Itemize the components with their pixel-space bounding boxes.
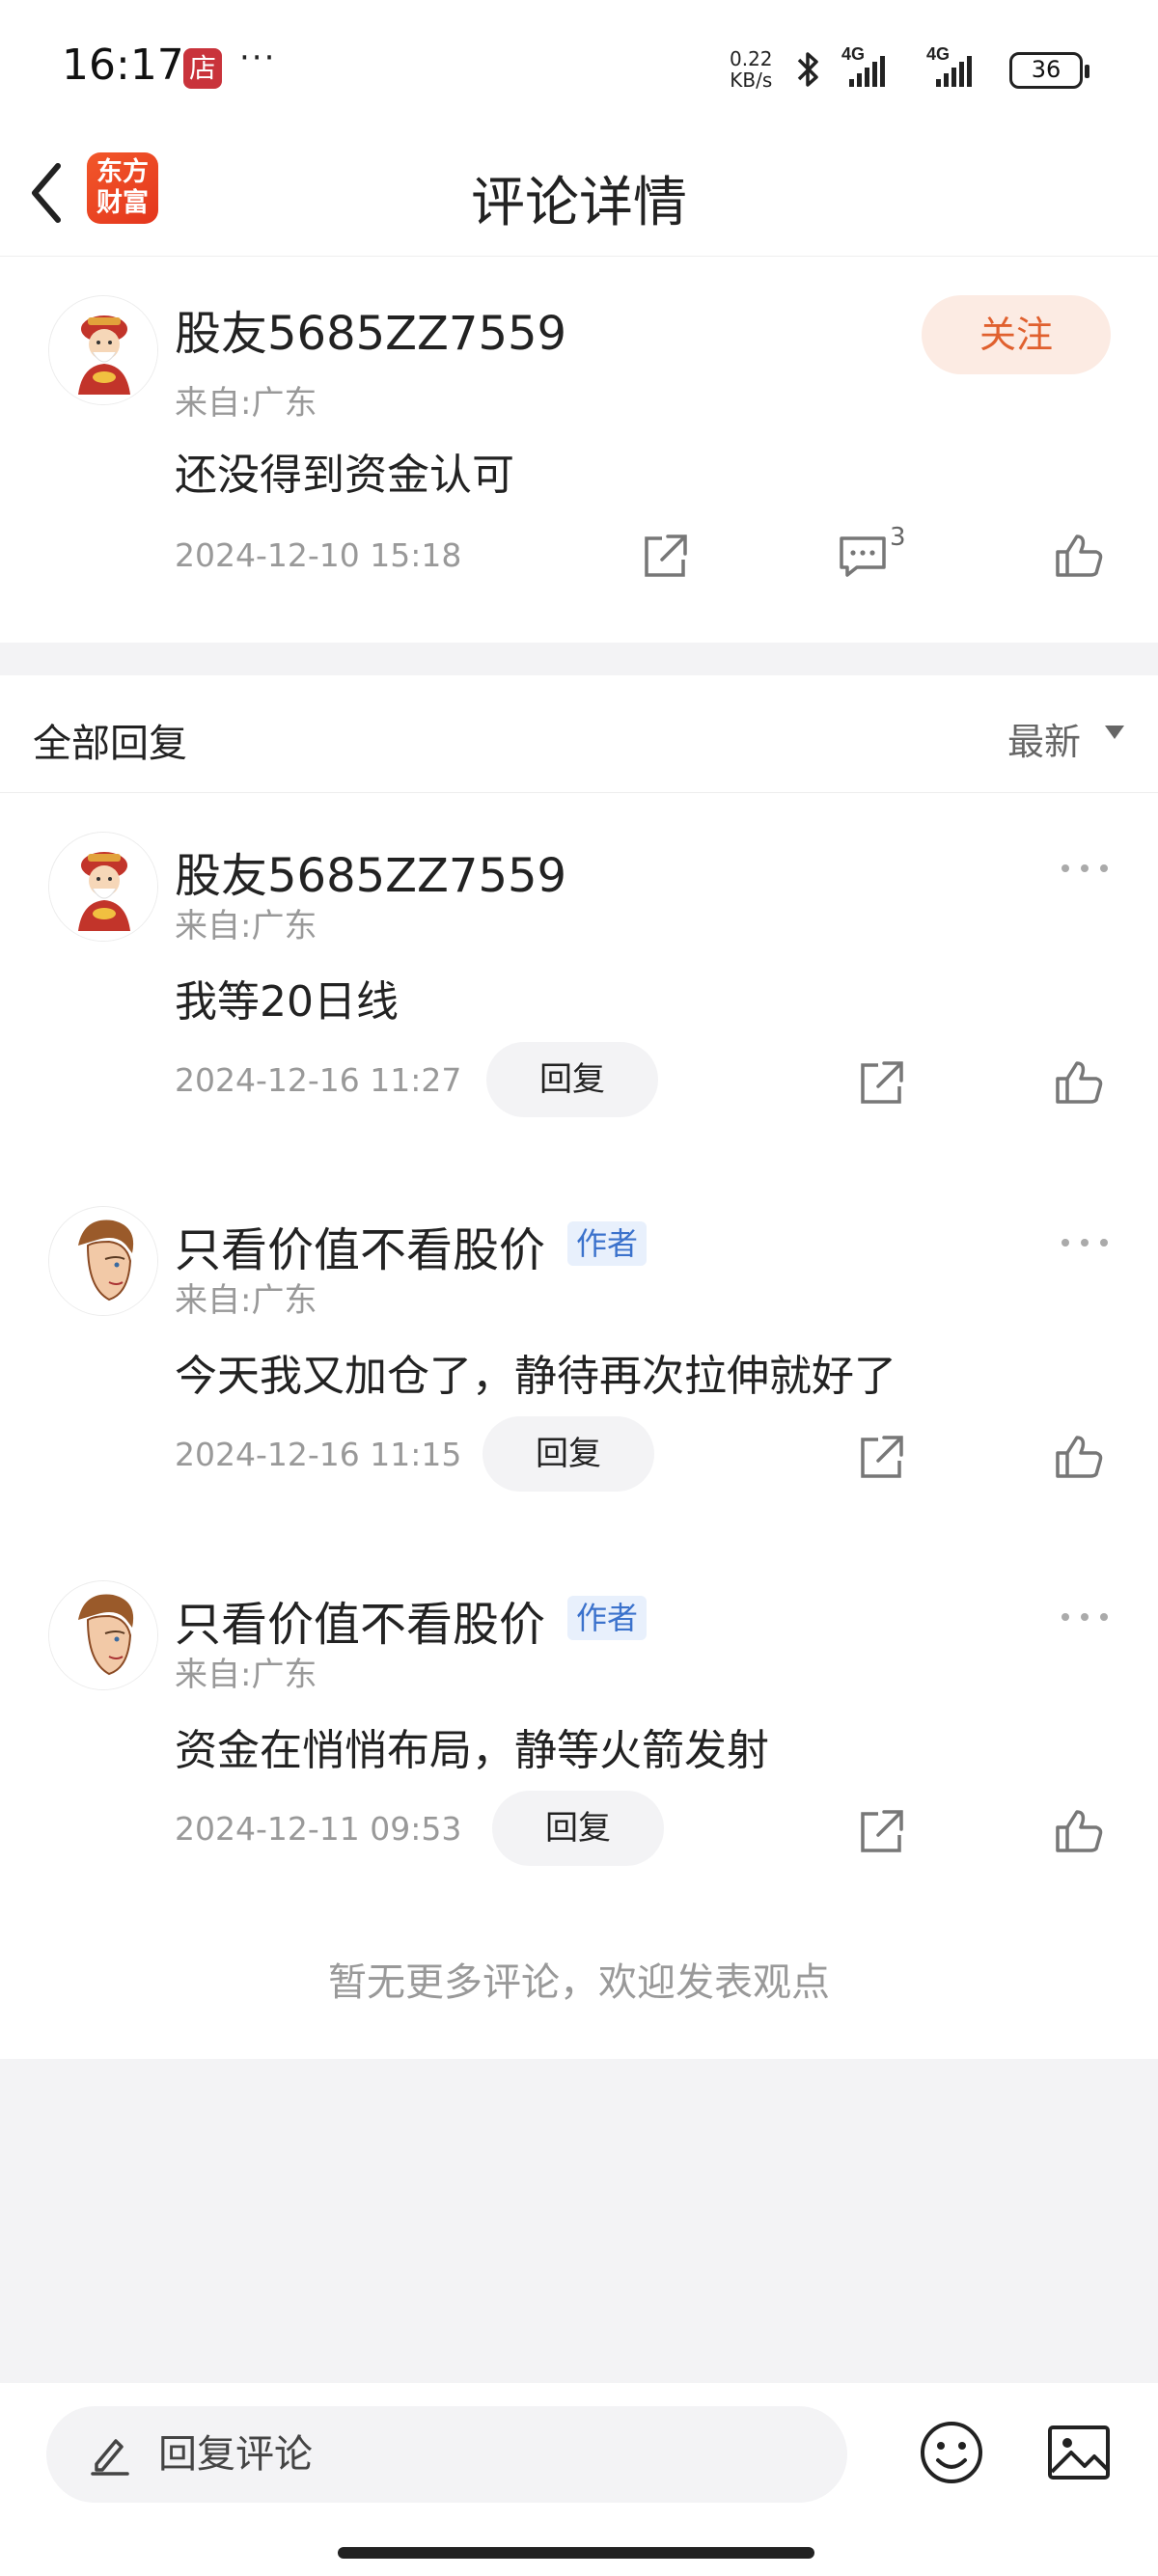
like-icon[interactable] — [1052, 1430, 1106, 1484]
no-more-comments: 暂无更多评论，欢迎发表观点 — [328, 1960, 830, 2005]
man-portrait-avatar-icon — [49, 1581, 157, 1689]
location: 来自:广东 — [175, 907, 317, 945]
home-indicator[interactable] — [338, 2547, 814, 2559]
net-speed: 0.22 KB/s — [730, 48, 773, 91]
username[interactable]: 股友5685ZZ7559 — [175, 837, 566, 905]
reply-list: 股友5685ZZ7559 来自:广东 我等20日线 2024-12-16 11:… — [0, 793, 1158, 2059]
comment-time: 2024-12-10 15:18 — [175, 536, 462, 574]
status-bar: 16:17 店 ··· 0.22 KB/s 4G 4G 36 — [0, 0, 1158, 135]
signal-icon: 4G — [841, 46, 885, 87]
list-item: 只看价值不看股价 作者 来自:广东 今天我又加仓了，静待再次拉伸就好了 2024… — [0, 1167, 1158, 1542]
signal-icon-2: 4G — [926, 46, 972, 87]
main-comment: 股友5685ZZ7559 来自:广东 还没得到资金认可 2024-12-10 1… — [0, 257, 1158, 643]
bluetooth-icon — [797, 52, 818, 87]
more-icon[interactable] — [1060, 1609, 1110, 1625]
image-icon[interactable] — [1044, 2418, 1114, 2487]
reply-content: 我等20日线 — [175, 977, 399, 1027]
more-icon[interactable] — [1060, 861, 1110, 876]
net-speed-value: 0.22 — [730, 47, 773, 70]
battery-icon: 36 — [1009, 52, 1089, 89]
man-portrait-avatar-icon — [49, 1207, 157, 1315]
net-speed-unit: KB/s — [730, 69, 773, 92]
reply-button[interactable]: 回复 — [482, 1416, 654, 1492]
share-icon[interactable] — [639, 529, 693, 583]
notification-more-icon: ··· — [239, 39, 277, 77]
author-badge: 作者 — [567, 1221, 648, 1266]
share-icon[interactable] — [855, 1804, 909, 1858]
reply-time: 2024-12-16 11:27 — [175, 1061, 462, 1099]
share-icon[interactable] — [855, 1430, 909, 1484]
avatar[interactable] — [48, 1206, 158, 1316]
fortune-god-avatar-icon — [49, 296, 157, 404]
username[interactable]: 只看价值不看股价 — [175, 1212, 545, 1279]
author-badge: 作者 — [567, 1596, 648, 1640]
username[interactable]: 股友5685ZZ7559 — [175, 295, 566, 363]
header: 东方 财富 评论详情 — [0, 135, 1158, 257]
status-time: 16:17 — [62, 41, 184, 90]
reply-button[interactable]: 回复 — [486, 1042, 658, 1117]
signal2-label: 4G — [926, 46, 950, 64]
page-title: 评论详情 — [471, 172, 687, 234]
reply-input[interactable] — [158, 2406, 814, 2503]
like-icon[interactable] — [1052, 529, 1106, 583]
section-title: 全部回复 — [33, 722, 187, 766]
sort-dropdown[interactable]: 最新 — [1007, 712, 1081, 765]
list-item: 只看价值不看股价 作者 来自:广东 资金在悄悄布局，静等火箭发射 2024-12… — [0, 1542, 1158, 1916]
reply-content: 资金在悄悄布局，静等火箭发射 — [175, 1726, 769, 1775]
reply-time: 2024-12-16 11:15 — [175, 1436, 462, 1473]
reply-button[interactable]: 回复 — [492, 1791, 664, 1866]
location: 来自:广东 — [175, 1281, 317, 1320]
location: 来自:广东 — [175, 384, 317, 423]
comment-icon[interactable] — [836, 529, 890, 583]
like-icon[interactable] — [1052, 1804, 1106, 1858]
follow-button[interactable]: 关注 — [922, 295, 1111, 374]
share-icon[interactable] — [855, 1055, 909, 1110]
signal1-label: 4G — [841, 46, 865, 64]
signal-icons: 4G 4G — [797, 46, 972, 87]
comment-count: 3 — [890, 523, 906, 552]
username[interactable]: 只看价值不看股价 — [175, 1586, 545, 1654]
avatar[interactable] — [48, 1580, 158, 1690]
emoji-icon[interactable] — [917, 2418, 986, 2487]
comment-content: 还没得到资金认可 — [175, 451, 514, 500]
reply-input-container[interactable] — [46, 2406, 847, 2503]
like-icon[interactable] — [1052, 1055, 1106, 1110]
reply-time: 2024-12-11 09:53 — [175, 1810, 462, 1848]
pencil-icon — [91, 2439, 129, 2476]
list-item: 股友5685ZZ7559 来自:广东 我等20日线 2024-12-16 11:… — [0, 793, 1158, 1167]
more-icon[interactable] — [1060, 1235, 1110, 1250]
fortune-god-avatar-icon — [49, 833, 157, 941]
location: 来自:广东 — [175, 1656, 317, 1694]
replies-header: 全部回复 最新 — [0, 675, 1158, 793]
shop-notification-icon: 店 — [183, 48, 222, 89]
reply-content: 今天我又加仓了，静待再次拉伸就好了 — [175, 1352, 896, 1401]
bottom-bar — [0, 2383, 1158, 2576]
avatar[interactable] — [48, 295, 158, 405]
chevron-down-icon[interactable] — [1105, 726, 1124, 739]
avatar[interactable] — [48, 832, 158, 942]
